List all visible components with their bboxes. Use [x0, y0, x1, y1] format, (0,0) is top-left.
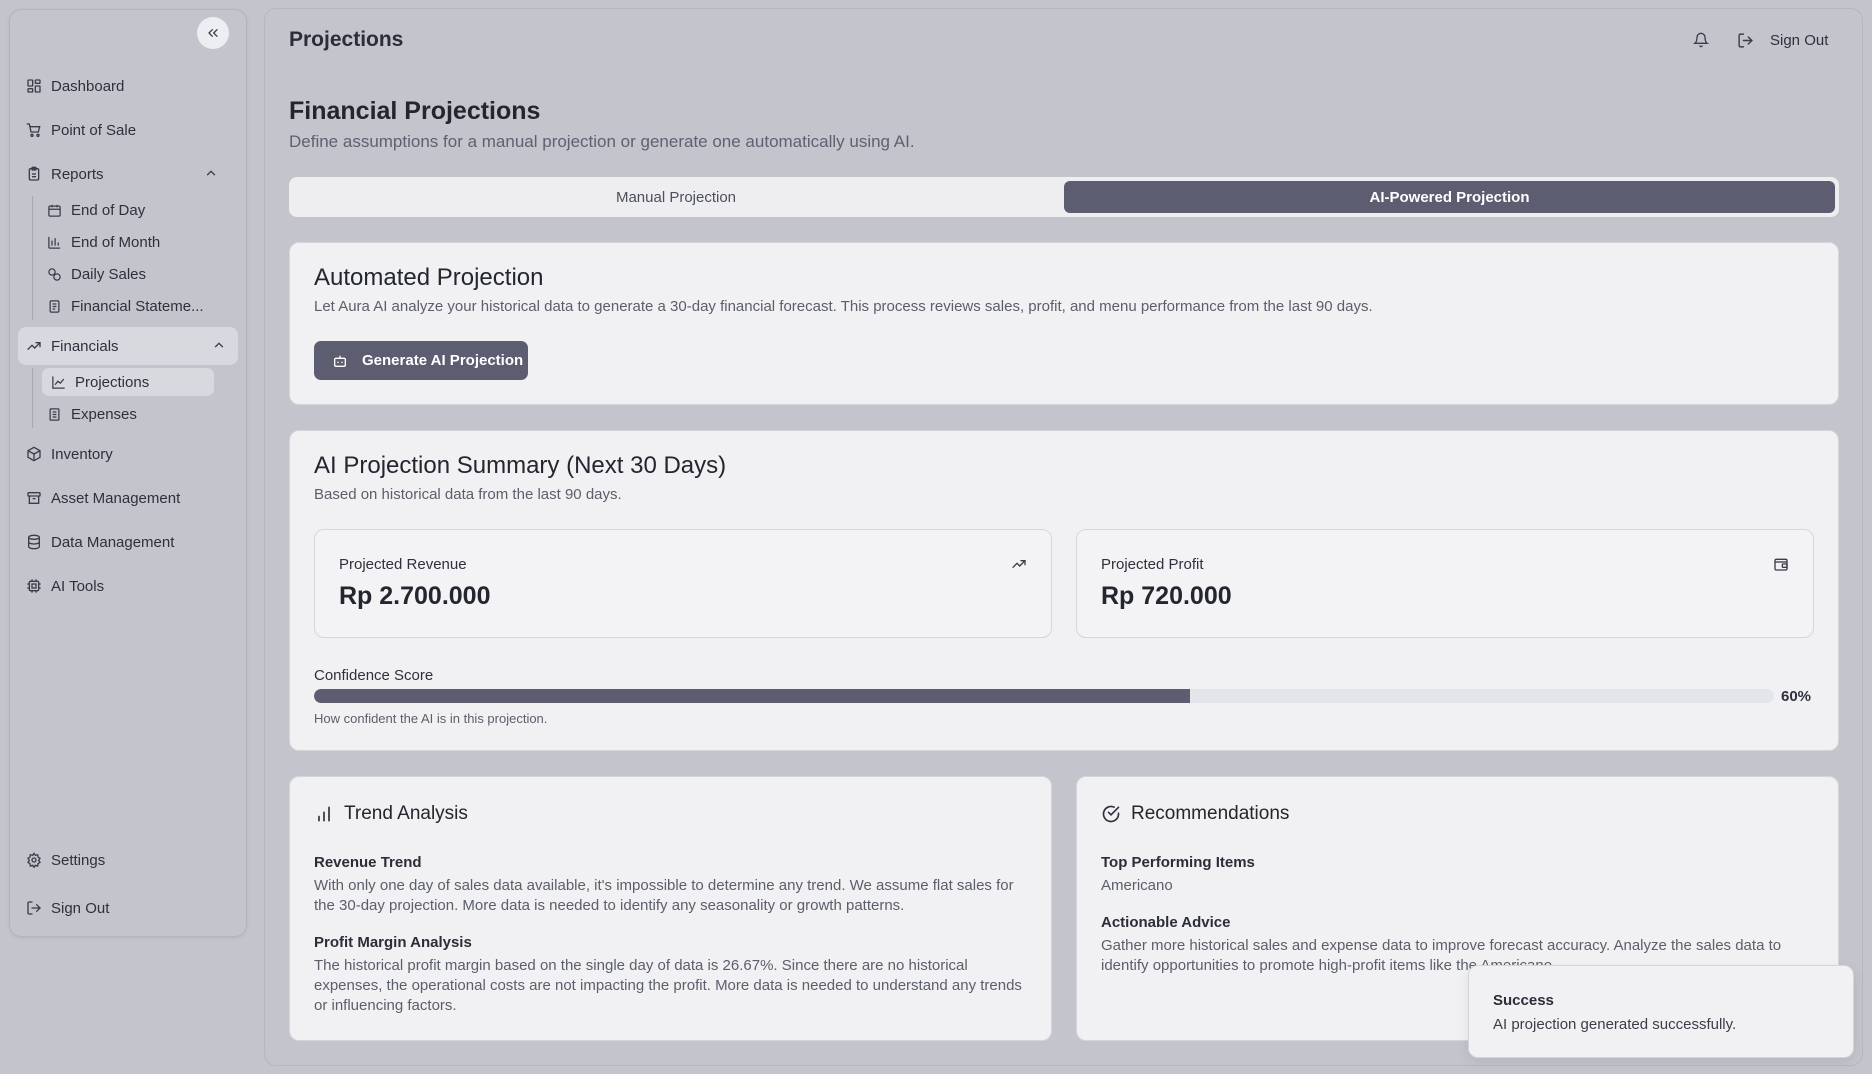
- cart-icon: [26, 123, 41, 137]
- notifications-button[interactable]: [1693, 32, 1709, 48]
- confidence-progress-fill: [314, 689, 1190, 703]
- automated-projection-description: Let Aura AI analyze your historical data…: [314, 298, 1373, 315]
- sidebar-item-label: Projections: [75, 373, 150, 391]
- sign-out-link[interactable]: Sign Out: [1770, 32, 1828, 49]
- sidebar-item-label: Data Management: [51, 533, 175, 551]
- logout-icon: [1738, 33, 1753, 48]
- tab-manual-projection[interactable]: Manual Projection: [293, 181, 1059, 213]
- sidebar-item-point-of-sale[interactable]: Point of Sale: [8, 111, 230, 149]
- cpu-icon: [27, 579, 41, 593]
- collapse-sidebar-button[interactable]: [197, 17, 229, 49]
- profit-margin-text: The historical profit margin based on th…: [314, 957, 1022, 1014]
- page-heading: Financial Projections: [289, 97, 541, 125]
- percent-icon: [48, 267, 61, 281]
- sidebar-item-label: AI Tools: [51, 577, 105, 595]
- sidebar-item-daily-sales[interactable]: Daily Sales: [33, 260, 213, 288]
- logout-icon: [27, 901, 41, 915]
- top-performing-items-heading: Top Performing Items: [1101, 854, 1255, 871]
- sidebar-item-financial-statements[interactable]: Financial Stateme...: [33, 292, 213, 320]
- page-title: Projections: [289, 28, 404, 51]
- double-chevron-left-icon: [208, 28, 218, 37]
- sidebar-item-label: End of Day: [71, 201, 146, 219]
- sidebar-item-dashboard[interactable]: Dashboard: [8, 67, 230, 105]
- projected-profit-value: Rp 720.000: [1101, 582, 1232, 610]
- sidebar-item-asset-management[interactable]: Asset Management: [8, 479, 230, 517]
- trend-analysis-title: Trend Analysis: [314, 803, 468, 825]
- sidebar-item-label: Sign Out: [51, 899, 110, 917]
- bell-icon: [1693, 32, 1709, 48]
- sidebar-item-ai-tools[interactable]: AI Tools: [8, 567, 230, 605]
- confidence-progress-bar: [314, 689, 1774, 703]
- summary-title: AI Projection Summary (Next 30 Days): [314, 452, 727, 479]
- toast-message: AI projection generated successfully.: [1493, 1016, 1737, 1033]
- actionable-advice-heading: Actionable Advice: [1101, 914, 1231, 931]
- archive-icon: [27, 492, 41, 504]
- confidence-score-value: 60%: [1781, 688, 1812, 705]
- dashboard-icon: [27, 79, 41, 93]
- bar-chart-icon: [48, 236, 61, 249]
- sidebar-item-end-of-day[interactable]: End of Day: [33, 196, 213, 224]
- bar-chart-icon: [318, 806, 330, 822]
- projection-tabs: Manual Projection AI-Powered Projection: [289, 177, 1839, 217]
- sidebar-item-label: Inventory: [51, 445, 113, 463]
- database-icon: [28, 534, 40, 550]
- sidebar-item-expenses[interactable]: Expenses: [33, 400, 213, 428]
- toast-title: Success: [1493, 992, 1554, 1009]
- gear-icon: [27, 852, 41, 868]
- sidebar-item-financials[interactable]: Financials: [18, 327, 238, 365]
- page-subheading: Define assumptions for a manual projecti…: [289, 132, 915, 151]
- sidebar-item-projections[interactable]: Projections: [42, 368, 214, 396]
- revenue-trend-text: With only one day of sales data availabl…: [314, 877, 1014, 914]
- sidebar-item-label: Financial Stateme...: [71, 297, 204, 315]
- sidebar-item-label: Asset Management: [51, 489, 181, 507]
- calendar-icon: [48, 204, 61, 217]
- sidebar-item-label: Daily Sales: [71, 265, 147, 283]
- confidence-help-text: How confident the AI is in this projecti…: [314, 711, 548, 726]
- sidebar-item-reports[interactable]: Reports: [8, 155, 230, 193]
- trend-analysis-title-text: Trend Analysis: [344, 803, 468, 824]
- recommendations-title: Recommendations: [1101, 803, 1289, 825]
- success-toast[interactable]: Success AI projection generated successf…: [1468, 965, 1854, 1058]
- sidebar-item-inventory[interactable]: Inventory: [8, 435, 230, 473]
- sidebar-item-label: Financials: [51, 337, 119, 355]
- sidebar-item-label: Reports: [51, 165, 104, 183]
- automated-projection-title: Automated Projection: [314, 264, 544, 291]
- projected-revenue-value: Rp 2.700.000: [339, 582, 491, 610]
- sidebar-item-end-of-month[interactable]: End of Month: [33, 228, 213, 256]
- bot-icon: [334, 355, 346, 367]
- sidebar-item-label: Dashboard: [51, 77, 125, 95]
- check-circle-icon: [1102, 805, 1120, 823]
- sidebar-item-data-management[interactable]: Data Management: [8, 523, 230, 561]
- generate-ai-projection-button[interactable]: Generate AI Projection: [314, 341, 528, 380]
- profit-margin-heading: Profit Margin Analysis: [314, 934, 472, 951]
- sidebar-item-label: End of Month: [71, 233, 161, 251]
- chevron-up-icon: [214, 342, 224, 348]
- wallet-icon: [1773, 556, 1789, 572]
- sidebar-item-label: Expenses: [71, 405, 137, 423]
- revenue-trend-heading: Revenue Trend: [314, 854, 422, 871]
- report-icon: [28, 166, 40, 181]
- projected-profit-label: Projected Profit: [1101, 556, 1204, 573]
- receipt-icon: [49, 407, 60, 421]
- trending-up-icon: [1011, 556, 1027, 572]
- projected-revenue-label: Projected Revenue: [339, 556, 467, 573]
- chevron-up-icon: [206, 170, 216, 176]
- line-chart-icon: [52, 375, 65, 389]
- sidebar-item-label: Settings: [51, 851, 106, 869]
- generate-ai-projection-label: Generate AI Projection: [362, 352, 524, 369]
- file-icon: [49, 299, 60, 313]
- top-performing-items-value: Americano: [1101, 877, 1173, 894]
- tab-ai-powered-projection[interactable]: AI-Powered Projection: [1064, 181, 1835, 213]
- sidebar-item-sign-out[interactable]: Sign Out: [8, 889, 230, 927]
- sidebar-item-label: Point of Sale: [51, 121, 137, 139]
- projected-revenue-card: Projected Revenue Rp 2.700.000: [314, 529, 1052, 638]
- sidebar-item-settings[interactable]: Settings: [8, 841, 230, 879]
- summary-subtitle: Based on historical data from the last 9…: [314, 486, 622, 503]
- projected-profit-card: Projected Profit Rp 720.000: [1076, 529, 1814, 638]
- recommendations-title-text: Recommendations: [1131, 803, 1290, 824]
- sign-out-top-icon-button[interactable]: [1737, 32, 1754, 49]
- trending-up-icon: [27, 342, 41, 350]
- package-icon: [27, 446, 41, 462]
- confidence-score-label: Confidence Score: [314, 667, 434, 684]
